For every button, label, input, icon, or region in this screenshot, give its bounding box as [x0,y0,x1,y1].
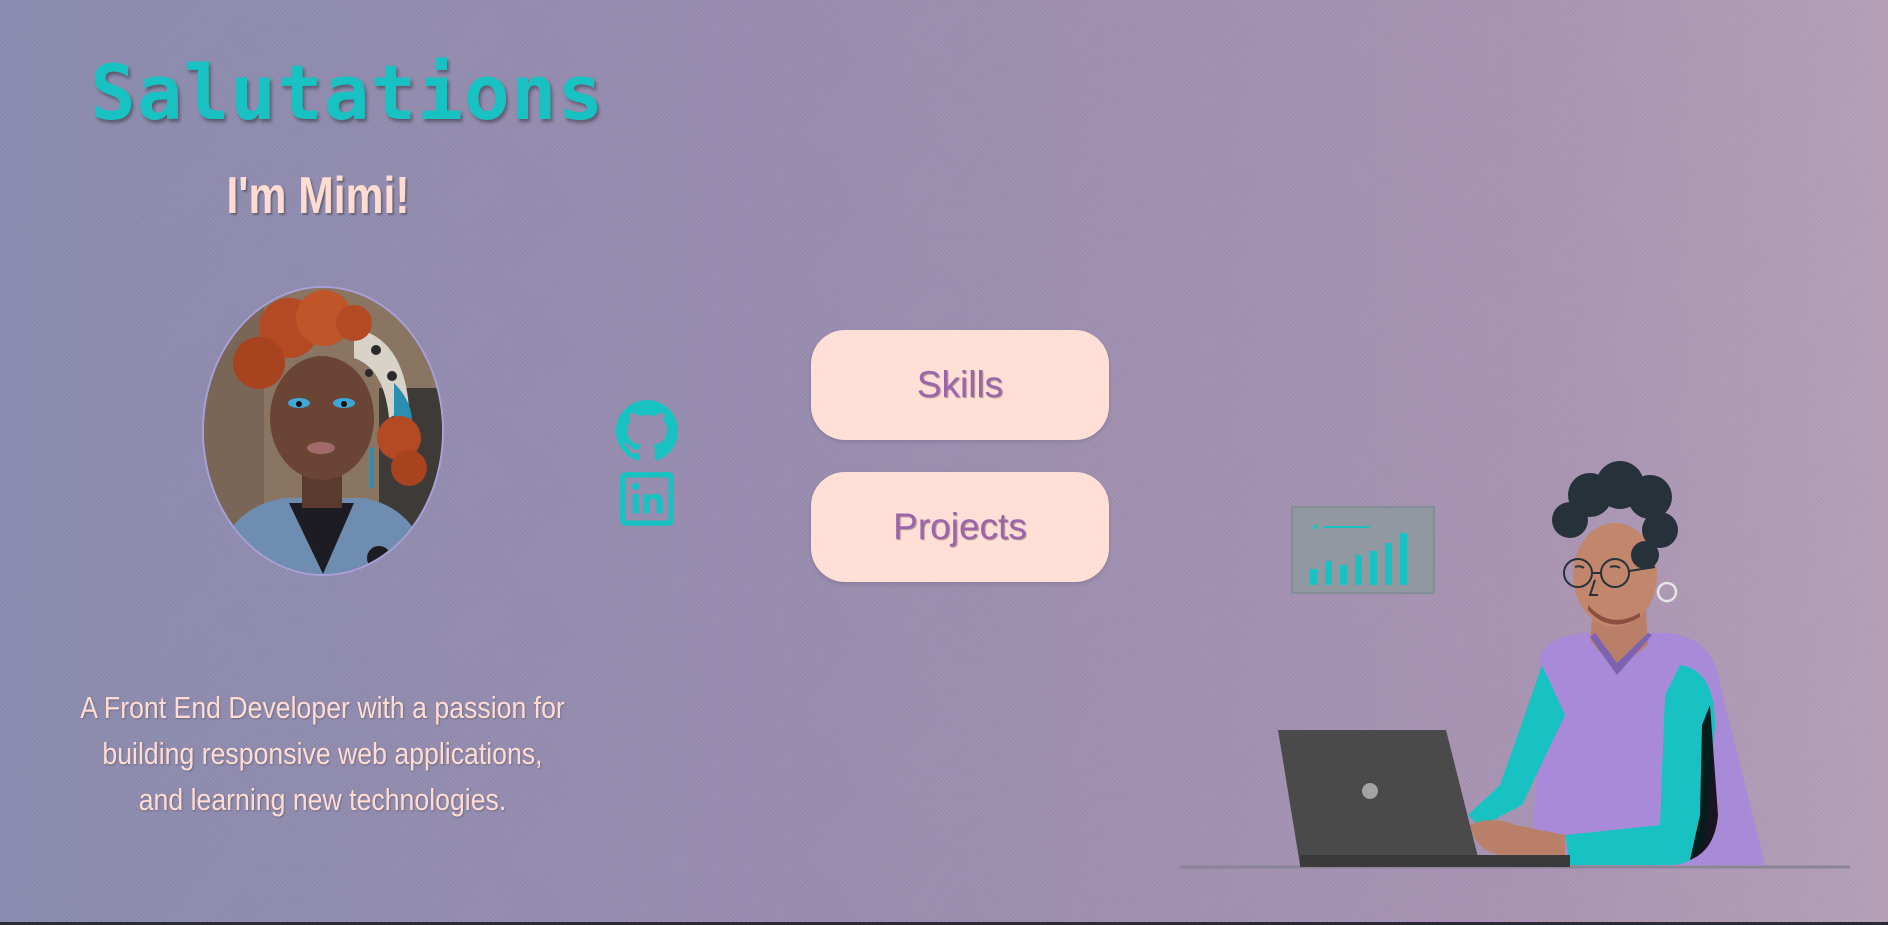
github-link[interactable] [616,400,678,462]
social-links [616,400,678,528]
chart-panel-icon [1291,506,1435,594]
greeting-subtitle: I'm Mimi! [226,167,410,225]
skills-button[interactable]: Skills [811,330,1109,440]
avatar [202,286,444,576]
page-title: Salutations [90,48,605,137]
developer-illustration [1180,461,1850,869]
bio-text: A Front End Developer with a passion for… [80,690,565,817]
projects-button[interactable]: Projects [811,472,1109,582]
linkedin-link[interactable] [618,470,676,528]
linkedin-icon [620,472,674,526]
github-icon [616,400,678,461]
avatar-portrait [204,288,442,574]
